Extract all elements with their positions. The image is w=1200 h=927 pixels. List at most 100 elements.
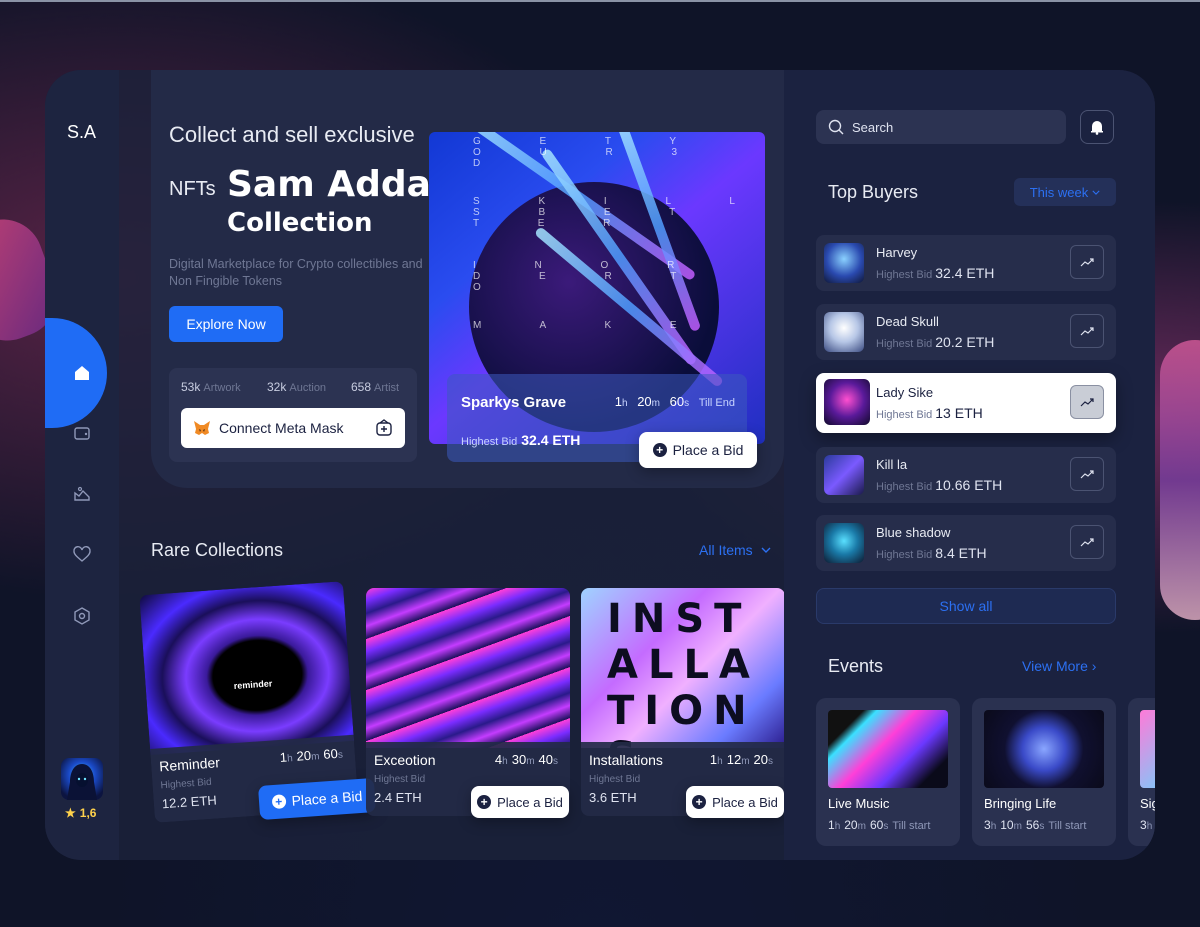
trend-button[interactable] [1070,525,1104,559]
star-icon: ★ [65,806,76,820]
event-card[interactable]: Bringing Life 3h 10m 56s Till start [972,698,1116,846]
buyer-row[interactable]: Dead Skull Highest Bid 20.2 ETH [816,304,1116,360]
card-title: Reminder [158,754,221,775]
trend-button[interactable] [1070,245,1104,279]
plus-icon: + [477,795,492,809]
collection-card-exceotion[interactable]: Exceotion 4h 30m 40s Highest Bid 2.4 ETH [366,588,570,816]
buyer-bid: Highest Bid 20.2 ETH [876,334,995,350]
buyer-name: Lady Sike [876,385,934,400]
logo: S.A [67,122,97,142]
card-bid-value: 12.2 ETH [161,792,218,812]
buyer-avatar [824,455,864,495]
event-artwork [828,710,948,788]
artwork-text: G E T Y O U R 3 D [473,136,706,169]
event-countdown: 1h 20m 60s Till start [828,818,931,832]
trending-up-icon [1080,258,1094,267]
buyer-avatar [824,379,870,425]
main-content: Collect and sell exclusive NFTs Sam Adda… [119,70,785,860]
buyer-row[interactable]: Blue shadow Highest Bid 8.4 ETH [816,515,1116,571]
top-border [0,0,1200,2]
hero-panel: Collect and sell exclusive NFTs Sam Adda… [151,70,784,488]
trend-button[interactable] [1070,457,1104,491]
user-avatar[interactable] [61,758,103,800]
chevron-down-icon [1092,190,1100,195]
artwork-text: S K I L L S B E T T E R [473,196,763,229]
search-input[interactable]: Search [852,120,893,135]
buyer-name: Dead Skull [876,314,939,329]
hero-title: Collect and sell exclusive [169,122,415,147]
event-title: Sign of sta [1140,796,1155,811]
reminder-place-bid-button[interactable]: + Place a Bid [257,777,377,821]
hero-nfts-label: NFTs [169,178,216,200]
installations-place-bid-button[interactable]: + Place a Bid [686,786,784,818]
sidebar: S.A ★ 1,6 [45,70,119,860]
view-more-link[interactable]: View More › [1022,658,1096,674]
trend-button[interactable] [1070,314,1104,348]
buyer-avatar [824,312,864,352]
buyer-row[interactable]: Kill la Highest Bid 10.66 ETH [816,447,1116,503]
notifications-button[interactable] [1080,110,1114,144]
connect-metamask-button[interactable]: Connect Meta Mask [181,408,405,448]
app-window: S.A ★ 1,6 Collect and sell exclusive NFT… [45,70,1155,860]
chevron-down-icon [761,547,771,553]
event-card-partial[interactable]: Sign of sta 3h10m5 [1128,698,1155,846]
buyer-avatar [824,523,864,563]
card-bid-label: Highest Bid [160,776,213,792]
collection-card-installations[interactable]: INST ALLA TIONS Installations 1h12m20s H… [581,588,785,816]
trending-up-icon [1080,327,1094,336]
nav-wallet[interactable] [69,420,95,446]
wallet-add-icon [376,419,392,436]
trend-button[interactable] [1070,385,1104,419]
event-card[interactable]: Live Music 1h 20m 60s Till start [816,698,960,846]
event-artwork [1140,710,1155,788]
hero-description: Digital Marketplace for Crypto collectib… [169,257,423,288]
metamask-fox-icon [194,421,210,435]
nav-gallery[interactable] [69,481,95,507]
plus-icon: + [652,443,667,457]
exceotion-place-bid-button[interactable]: + Place a Bid [471,786,569,818]
card-bid-label: Highest Bid [589,774,641,785]
featured-highest-bid: Highest Bid 32.4 ETH [461,432,581,448]
event-title: Bringing Life [984,796,1057,811]
card-artwork: INST ALLA TIONS [581,588,785,780]
card-countdown: 1h 20m 60s [279,745,344,765]
event-artwork [984,710,1104,788]
artwork-label: reminder [233,678,273,692]
card-countdown: 1h 12m 20s [709,752,773,767]
events-title: Events [828,656,884,676]
nav-favorites[interactable] [69,542,95,568]
buyer-row-selected[interactable]: Lady Sike Highest Bid 13 ETH [816,373,1116,433]
nav-home[interactable] [69,360,95,386]
home-icon [75,366,89,380]
card-bid-label: Highest Bid [374,774,426,785]
nav-settings[interactable] [69,603,95,629]
buyer-name: Kill la [876,457,908,472]
card-countdown: 4h 30m 40s [494,752,558,767]
buyer-name: Blue shadow [876,525,951,540]
buyer-name: Harvey [876,245,918,260]
bell-icon [1091,121,1103,135]
buyer-row[interactable]: Harvey Highest Bid 32.4 ETH [816,235,1116,291]
settings-icon [74,607,90,625]
show-all-button[interactable]: Show all [816,588,1116,624]
featured-place-bid-button[interactable]: + Place a Bid [639,432,757,468]
search-box[interactable]: Search [816,110,1066,144]
period-dropdown[interactable]: This week [1014,178,1116,206]
all-items-filter[interactable]: All Items [699,542,771,558]
rare-collections-title: Rare Collections [151,540,284,560]
featured-title: Sparkys Grave [461,394,567,411]
stats-box: 53k Artwork 32k Auction 658 Artist Connect … [169,368,417,462]
search-icon [828,119,844,135]
stat-artwork: 53k Artwork [181,380,241,394]
card-bid-value: 3.6 ETH [589,790,637,805]
featured-countdown: 1h 20m 60s Till End [614,394,735,409]
user-rating: ★ 1,6 [65,806,96,820]
heart-icon [73,546,91,562]
trending-up-icon [1080,538,1094,547]
buyer-avatar [824,243,864,283]
stat-auction: 32k Auction [267,380,327,394]
plus-icon: + [271,794,287,810]
explore-now-button[interactable]: Explore Now [169,306,283,342]
image-icon [74,486,90,501]
buyer-bid: Highest Bid 32.4 ETH [876,265,995,281]
